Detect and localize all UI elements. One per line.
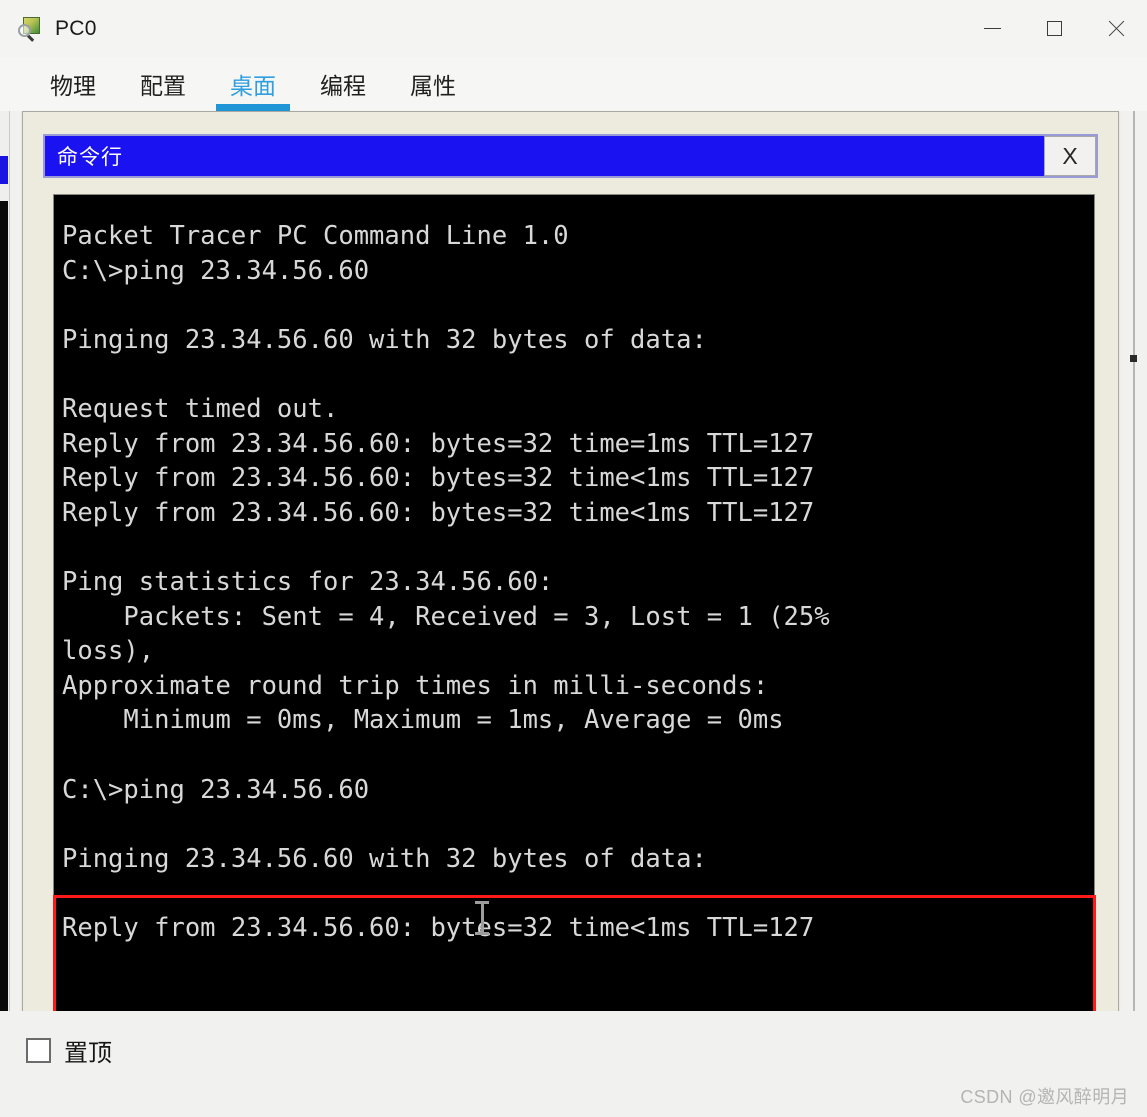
tab-config-label: 配置	[140, 73, 186, 99]
packet-tracer-icon	[18, 16, 44, 42]
tab-attributes-label: 属性	[410, 73, 456, 99]
terminal-output[interactable]: Packet Tracer PC Command Line 1.0 C:\>pi…	[53, 194, 1095, 1012]
tab-config[interactable]: 配置	[118, 75, 208, 111]
desktop-content-area: 命令行 X Packet Tracer PC Command Line 1.0 …	[0, 111, 1147, 1117]
tab-attributes[interactable]: 属性	[388, 75, 478, 111]
always-on-top-label: 置顶	[64, 1040, 112, 1067]
minimize-icon	[983, 28, 1001, 29]
terminal-text: Packet Tracer PC Command Line 1.0 C:\>pi…	[62, 221, 830, 943]
window-title: PC0	[55, 16, 97, 40]
device-tabbar: 物理 配置 桌面 编程 属性	[0, 57, 1147, 111]
right-edge-divider	[1133, 111, 1135, 1117]
maximize-icon	[1046, 21, 1062, 36]
always-on-top-row[interactable]: 置顶	[26, 1033, 112, 1068]
command-line-panel: 命令行 X Packet Tracer PC Command Line 1.0 …	[22, 111, 1119, 1106]
window-footer: 置顶 CSDN @邀风醉明月	[0, 1011, 1147, 1117]
tab-active-indicator	[216, 104, 290, 111]
always-on-top-checkbox[interactable]	[26, 1038, 51, 1063]
command-line-titlebar: 命令行 X	[43, 134, 1098, 178]
window-titlebar: PC0	[0, 0, 1147, 57]
tab-desktop[interactable]: 桌面	[208, 75, 298, 111]
watermark: CSDN @邀风醉明月	[960, 1087, 1129, 1107]
command-line-close-button[interactable]: X	[1044, 136, 1096, 176]
close-icon	[1107, 20, 1125, 38]
left-rail-shadow	[0, 201, 8, 1047]
pc0-window: PC0 物理 配置 桌面 编程 属性 命令行 X Packet Tracer P…	[0, 0, 1147, 1117]
maximize-button[interactable]	[1023, 0, 1085, 57]
close-button[interactable]	[1085, 0, 1147, 57]
titlebar-left-group: PC0	[0, 16, 97, 42]
tab-programming[interactable]: 编程	[298, 75, 388, 111]
left-edge-rail	[0, 111, 10, 1117]
tab-programming-label: 编程	[320, 73, 366, 99]
window-controls	[961, 0, 1147, 57]
tab-physical-label: 物理	[50, 73, 96, 99]
tab-physical[interactable]: 物理	[28, 75, 118, 111]
minimize-button[interactable]	[961, 0, 1023, 57]
right-edge-notch	[1130, 355, 1137, 362]
command-line-title: 命令行	[57, 146, 123, 169]
left-rail-accent	[0, 156, 8, 184]
tab-desktop-label: 桌面	[230, 73, 276, 99]
